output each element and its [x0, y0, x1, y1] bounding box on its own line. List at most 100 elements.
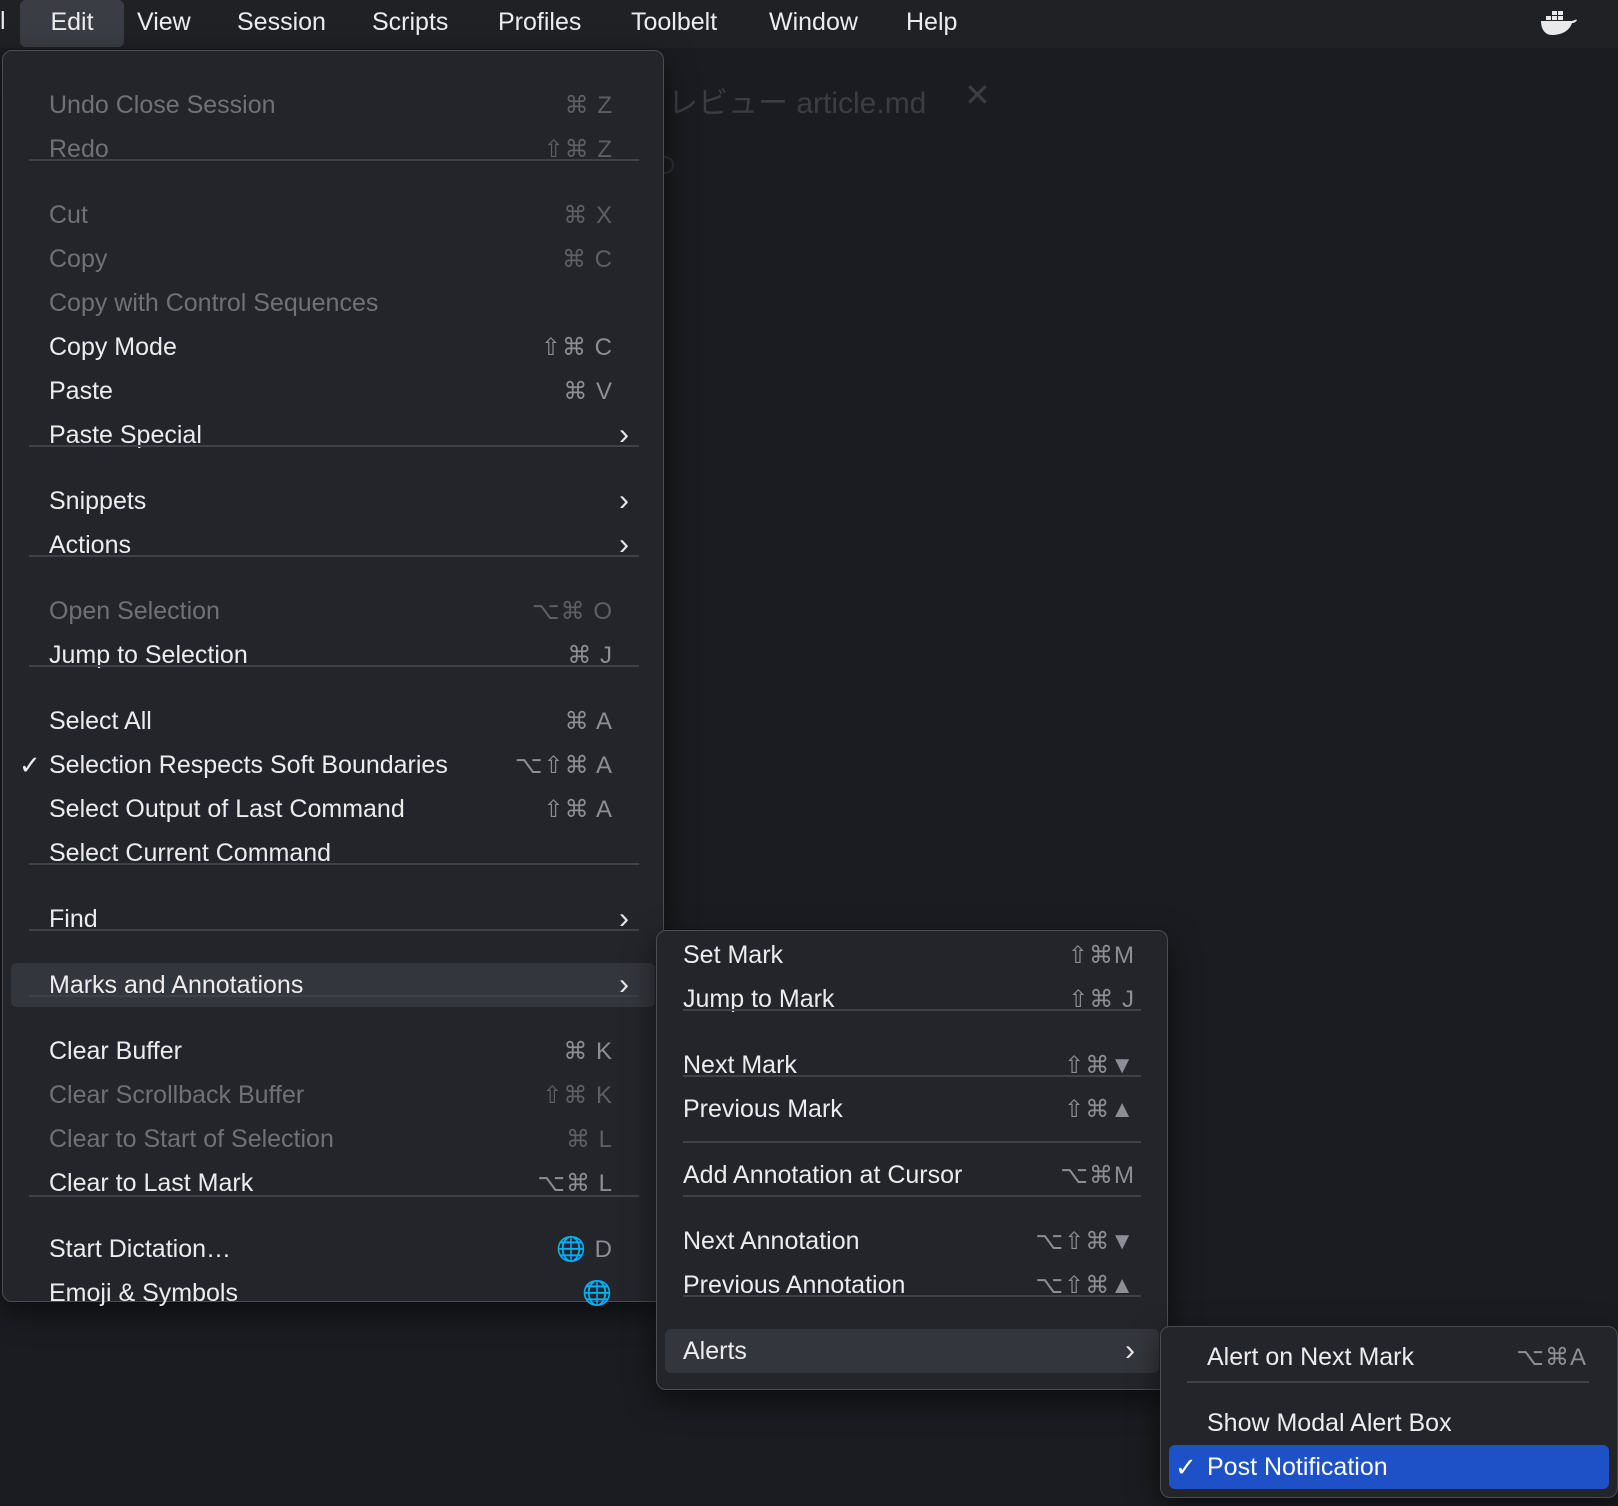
menu-item-previous-mark[interactable]: Previous Mark ⇧⌘▲ — [665, 1087, 1159, 1131]
menu-separator — [683, 1075, 1141, 1077]
menu-item-undo-close-session: Undo Close Session ⌘ Z — [11, 83, 655, 127]
checkmark-icon: ✓ — [1175, 1451, 1197, 1482]
menu-item-previous-annotation[interactable]: Previous Annotation ⌥⇧⌘▲ — [665, 1263, 1159, 1307]
keyboard-shortcut: ⌥⌘ O — [532, 597, 613, 625]
chevron-right-icon: › — [619, 528, 629, 561]
keyboard-shortcut: ⌘ K — [563, 1037, 613, 1065]
menu-item-paste-special[interactable]: Paste Special › — [11, 413, 655, 457]
menu-separator — [683, 1141, 1141, 1143]
menu-item-next-annotation[interactable]: Next Annotation ⌥⇧⌘▼ — [665, 1219, 1159, 1263]
menu-item-label: Add Annotation at Cursor — [683, 1160, 963, 1189]
background-tab-title: レビュー article.md — [668, 87, 927, 120]
keyboard-shortcut: ⌥⇧⌘ A — [514, 751, 613, 779]
menu-separator — [683, 1295, 1141, 1297]
menu-item-label: Selection Respects Soft Boundaries — [49, 750, 448, 779]
menu-item-label: Alert on Next Mark — [1207, 1342, 1415, 1371]
keyboard-shortcut: ⇧⌘M — [1067, 941, 1135, 969]
menu-item-selection-respects-soft-boundaries[interactable]: ✓ Selection Respects Soft Boundaries ⌥⇧⌘ A — [11, 743, 655, 787]
menu-separator — [29, 555, 639, 557]
menu-item-clear-scrollback-buffer: Clear Scrollback Buffer ⇧⌘ K — [11, 1073, 655, 1117]
menu-item-label: Clear to Last Mark — [49, 1168, 254, 1197]
edit-menu: Undo Close Session ⌘ Z Redo ⇧⌘ Z Cut ⌘ X Copy ⌘… — [2, 50, 664, 1307]
menubar-app-name[interactable]: l — [0, 6, 8, 36]
menu-item-emoji-symbols[interactable]: Emoji & Symbols 🌐 — [11, 1271, 655, 1315]
chevron-right-icon: › — [619, 902, 629, 935]
menu-item-find[interactable]: Find › — [11, 897, 655, 941]
menu-separator — [29, 1195, 639, 1197]
menu-item-label: Start Dictation… — [49, 1234, 232, 1263]
keyboard-shortcut: ⌘ A — [564, 707, 613, 735]
menu-item-copy-with-control-sequences: Copy with Control Sequences — [11, 281, 655, 325]
keyboard-shortcut: ⇧⌘ K — [542, 1081, 613, 1109]
chevron-right-icon: › — [619, 484, 629, 517]
menu-separator — [29, 863, 639, 865]
menubar-edit[interactable]: Edit — [20, 0, 124, 47]
menu-separator — [29, 665, 639, 667]
menu-item-label: Clear to Start of Selection — [49, 1124, 334, 1153]
docker-whale-icon[interactable] — [1538, 8, 1578, 38]
menu-item-actions[interactable]: Actions › — [11, 523, 655, 567]
menu-item-label: Cut — [49, 200, 88, 229]
menu-item-label: Open Selection — [49, 596, 220, 625]
menu-item-label: Snippets — [49, 486, 147, 515]
menu-item-label: Next Annotation — [683, 1226, 860, 1255]
keyboard-shortcut: 🌐 D — [556, 1235, 613, 1263]
chevron-right-icon: › — [1125, 1334, 1135, 1367]
menubar-scripts[interactable]: Scripts — [372, 0, 448, 47]
menu-item-select-output-of-last-command[interactable]: Select Output of Last Command ⇧⌘ A — [11, 787, 655, 831]
menu-item-label: Select All — [49, 706, 152, 735]
menu-item-label: Paste — [49, 376, 113, 405]
menu-item-select-current-command[interactable]: Select Current Command — [11, 831, 655, 875]
menu-separator — [29, 445, 639, 447]
keyboard-shortcut: ⇧⌘ C — [540, 333, 613, 361]
menu-item-alerts[interactable]: Alerts › — [665, 1329, 1159, 1373]
menu-item-label: Show Modal Alert Box — [1207, 1408, 1452, 1437]
chevron-right-icon: › — [619, 418, 629, 451]
menubar-view[interactable]: View — [137, 0, 191, 47]
menu-item-label: Clear Buffer — [49, 1036, 182, 1065]
menu-item-label: Clear Scrollback Buffer — [49, 1080, 305, 1109]
menu-item-clear-buffer[interactable]: Clear Buffer ⌘ K — [11, 1029, 655, 1073]
background-tab-close-icon: ✕ — [964, 77, 991, 113]
menu-item-label: Copy Mode — [49, 332, 177, 361]
menu-item-copy: Copy ⌘ C — [11, 237, 655, 281]
menu-item-marks-and-annotations[interactable]: Marks and Annotations › — [11, 963, 655, 1007]
menu-item-clear-to-last-mark[interactable]: Clear to Last Mark ⌥⌘ L — [11, 1161, 655, 1205]
menu-item-label: Emoji & Symbols — [49, 1278, 238, 1307]
keyboard-shortcut: ⇧⌘ A — [543, 795, 613, 823]
keyboard-shortcut: ⌘ X — [563, 201, 613, 229]
menu-item-set-mark[interactable]: Set Mark ⇧⌘M — [665, 933, 1159, 977]
menu-separator — [29, 929, 639, 931]
menu-item-select-all[interactable]: Select All ⌘ A — [11, 699, 655, 743]
menu-item-jump-to-selection[interactable]: Jump to Selection ⌘ J — [11, 633, 655, 677]
menu-item-clear-to-start-of-selection: Clear to Start of Selection ⌘ L — [11, 1117, 655, 1161]
menu-separator — [29, 159, 639, 161]
menu-item-alert-on-next-mark[interactable]: Alert on Next Mark ⌥⌘A — [1169, 1335, 1609, 1379]
menu-item-paste[interactable]: Paste ⌘ V — [11, 369, 655, 413]
menu-item-next-mark[interactable]: Next Mark ⇧⌘▼ — [665, 1043, 1159, 1087]
menu-item-copy-mode[interactable]: Copy Mode ⇧⌘ C — [11, 325, 655, 369]
menu-item-show-modal-alert-box[interactable]: Show Modal Alert Box — [1169, 1401, 1609, 1445]
menubar-session[interactable]: Session — [237, 0, 326, 47]
menu-item-post-notification[interactable]: ✓ Post Notification — [1169, 1445, 1609, 1489]
menu-bar: l Edit View Session Scripts Profiles Too… — [0, 0, 1618, 48]
menu-separator — [29, 995, 639, 997]
menu-item-open-selection: Open Selection ⌥⌘ O — [11, 589, 655, 633]
menubar-profiles[interactable]: Profiles — [498, 0, 581, 47]
keyboard-shortcut: ⌘ C — [562, 245, 613, 273]
menu-item-add-annotation-at-cursor[interactable]: Add Annotation at Cursor ⌥⌘M — [665, 1153, 1159, 1197]
menu-separator — [683, 1009, 1141, 1011]
menubar-toolbelt[interactable]: Toolbelt — [631, 0, 717, 47]
menu-item-jump-to-mark[interactable]: Jump to Mark ⇧⌘ J — [665, 977, 1159, 1021]
menu-item-label: Copy with Control Sequences — [49, 288, 379, 317]
menu-item-label: Copy — [49, 244, 108, 273]
menubar-help[interactable]: Help — [906, 0, 957, 47]
menu-item-label: Select Output of Last Command — [49, 794, 405, 823]
menubar-window[interactable]: Window — [769, 0, 858, 47]
chevron-right-icon: › — [619, 968, 629, 1001]
menu-item-redo: Redo ⇧⌘ Z — [11, 127, 655, 171]
menu-item-snippets[interactable]: Snippets › — [11, 479, 655, 523]
keyboard-shortcut: 🌐 — [582, 1279, 613, 1307]
marks-annotations-submenu: Set Mark ⇧⌘M Jump to Mark ⇧⌘ J Next Mark ⇧⌘▼ P… — [656, 930, 1168, 1390]
menu-item-start-dictation[interactable]: Start Dictation… 🌐 D — [11, 1227, 655, 1271]
